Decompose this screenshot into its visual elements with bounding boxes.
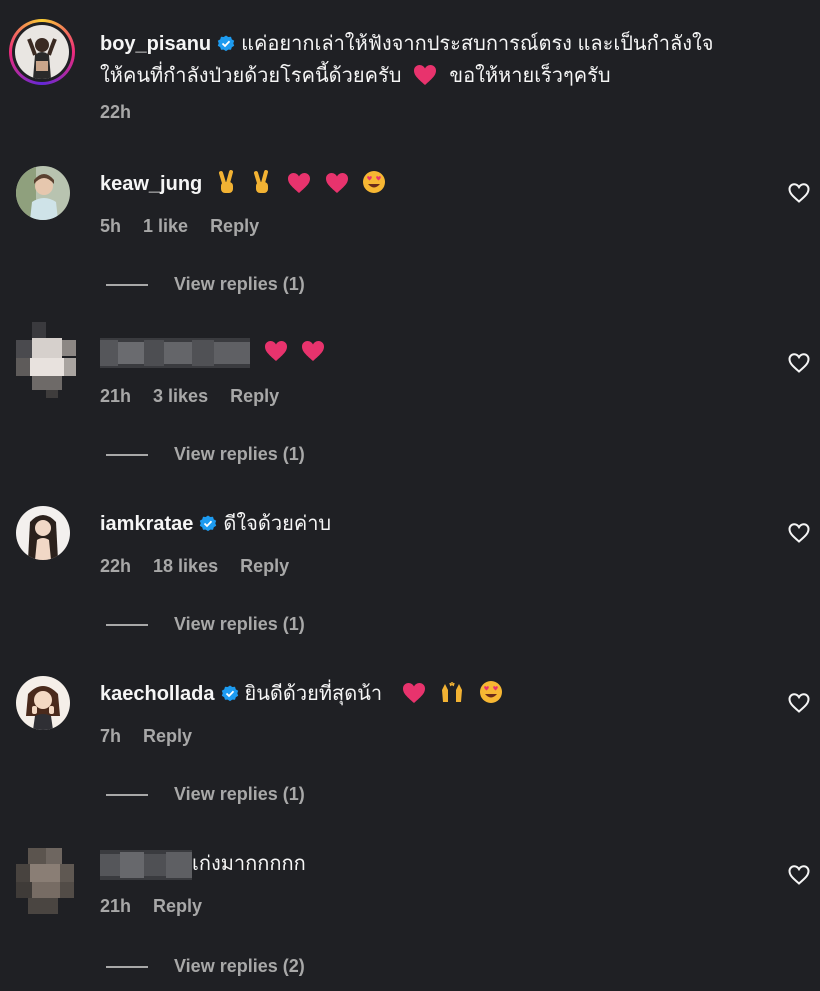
view-replies-label[interactable]: View replies (1) bbox=[174, 444, 305, 464]
comment-time: 22h bbox=[100, 556, 132, 576]
view-replies-label[interactable]: View replies (1) bbox=[174, 614, 305, 634]
comment-text-line: เก่งมากกกกก bbox=[100, 848, 306, 880]
reply-button[interactable]: Reply bbox=[143, 726, 192, 746]
heart-eyes-emoji-icon bbox=[363, 171, 386, 193]
caption-text-3: ขอให้หายเร็วๆครับ bbox=[449, 65, 611, 87]
comment-text-line bbox=[100, 336, 325, 368]
avatar-blurred[interactable] bbox=[16, 848, 74, 914]
likes-count[interactable]: 3 likes bbox=[153, 386, 208, 406]
reply-button[interactable]: Reply bbox=[153, 896, 202, 916]
heart-emoji-icon bbox=[302, 341, 325, 361]
divider bbox=[106, 794, 148, 797]
comment-text: ยินดีด้วยที่สุดน้า bbox=[244, 683, 383, 705]
avatar[interactable] bbox=[16, 676, 70, 730]
heart-outline-icon[interactable] bbox=[788, 522, 810, 544]
view-replies-label[interactable]: View replies (2) bbox=[174, 956, 305, 976]
comment-text: ดีใจด้วยค่าบ bbox=[223, 513, 332, 535]
comment-text-line: iamkratae ดีใจด้วยค่าบ bbox=[100, 508, 331, 540]
comment-item: เก่งมากกกกก 21h Reply View replies (2) bbox=[0, 842, 820, 991]
comment-time: 21h bbox=[100, 896, 132, 916]
reply-button[interactable]: Reply bbox=[230, 386, 279, 406]
divider bbox=[106, 966, 148, 969]
post-time: 22h bbox=[100, 102, 132, 122]
verified-badge-icon bbox=[200, 515, 217, 532]
comment-meta: 5h 1 like Reply bbox=[100, 216, 281, 237]
caption-line-1: boy_pisanu แค่อยากเล่าให้ฟังจากประสบการณ์… bbox=[100, 28, 713, 60]
view-replies-label[interactable]: View replies (1) bbox=[174, 274, 305, 294]
reply-button[interactable]: Reply bbox=[240, 556, 289, 576]
heart-emoji-icon bbox=[414, 65, 437, 85]
victory-hand-emoji-icon bbox=[254, 170, 269, 193]
heart-emoji-icon bbox=[287, 173, 310, 193]
comment-username[interactable]: kaechollada bbox=[100, 683, 215, 705]
heart-eyes-emoji-icon bbox=[479, 681, 502, 703]
comment-time: 21h bbox=[100, 386, 132, 406]
caption-text-2: ให้คนที่กำลังป่วยด้วยโรคนี้ด้วยครับ bbox=[100, 65, 402, 87]
comment-meta: 21h Reply bbox=[100, 896, 224, 917]
divider bbox=[106, 454, 148, 457]
comment-username[interactable]: iamkratae bbox=[100, 513, 193, 535]
comment-meta: 21h 3 likes Reply bbox=[100, 386, 301, 407]
post-caption: boy_pisanu แค่อยากเล่าให้ฟังจากประสบการณ์… bbox=[0, 0, 820, 140]
avatar[interactable] bbox=[15, 25, 69, 79]
blurred-username bbox=[100, 849, 192, 880]
view-replies-button[interactable]: View replies (1) bbox=[106, 274, 305, 295]
avatar[interactable] bbox=[16, 166, 70, 220]
comment-time: 7h bbox=[100, 726, 122, 746]
heart-emoji-icon bbox=[402, 683, 425, 703]
divider bbox=[106, 284, 148, 287]
raised-hands-emoji-icon bbox=[442, 682, 463, 702]
comment-item: iamkratae ดีใจด้วยค่าบ 22h 18 likes Reply V… bbox=[0, 500, 820, 650]
blurred-username bbox=[100, 337, 250, 368]
comment-item: keaw_jung 5h 1 like Reply View replies (1) bbox=[0, 160, 820, 310]
likes-count[interactable]: 18 likes bbox=[153, 556, 218, 576]
heart-outline-icon[interactable] bbox=[788, 864, 810, 886]
view-replies-label[interactable]: View replies (1) bbox=[174, 784, 305, 804]
comment-text-line: kaechollada ยินดีด้วยที่สุดน้า bbox=[100, 678, 503, 710]
view-replies-button[interactable]: View replies (2) bbox=[106, 956, 305, 977]
comment-text-line: keaw_jung bbox=[100, 168, 386, 200]
victory-hand-emoji-icon bbox=[218, 170, 233, 193]
avatar[interactable] bbox=[16, 506, 70, 560]
comment-text: เก่งมากกกกก bbox=[192, 853, 306, 875]
view-replies-button[interactable]: View replies (1) bbox=[106, 614, 305, 635]
verified-badge-icon bbox=[221, 685, 238, 702]
caption-text: แค่อยากเล่าให้ฟังจากประสบการณ์ตรง และเป็… bbox=[241, 33, 714, 55]
heart-outline-icon[interactable] bbox=[788, 352, 810, 374]
story-ring[interactable] bbox=[9, 19, 75, 85]
caption-line-2: ให้คนที่กำลังป่วยด้วยโรคนี้ด้วยครับ ขอให้… bbox=[100, 60, 611, 92]
comment-meta: 22h 18 likes Reply bbox=[100, 556, 311, 577]
heart-emoji-icon bbox=[264, 341, 287, 361]
heart-emoji-icon bbox=[325, 173, 348, 193]
heart-outline-icon[interactable] bbox=[788, 182, 810, 204]
comment-item: kaechollada ยินดีด้วยที่สุดน้า 7h Reply Vi… bbox=[0, 670, 820, 820]
comment-meta: 7h Reply bbox=[100, 726, 214, 747]
comment-item: 21h 3 likes Reply View replies (1) bbox=[0, 322, 820, 472]
avatar-blurred[interactable] bbox=[16, 322, 76, 398]
divider bbox=[106, 624, 148, 627]
post-username[interactable]: boy_pisanu bbox=[100, 33, 211, 55]
view-replies-button[interactable]: View replies (1) bbox=[106, 784, 305, 805]
reply-button[interactable]: Reply bbox=[210, 216, 259, 236]
heart-outline-icon[interactable] bbox=[788, 692, 810, 714]
view-replies-button[interactable]: View replies (1) bbox=[106, 444, 305, 465]
likes-count[interactable]: 1 like bbox=[143, 216, 188, 236]
comment-username[interactable]: keaw_jung bbox=[100, 173, 202, 195]
comment-time: 5h bbox=[100, 216, 122, 236]
verified-badge-icon bbox=[217, 35, 235, 52]
post-meta: 22h bbox=[100, 102, 153, 123]
